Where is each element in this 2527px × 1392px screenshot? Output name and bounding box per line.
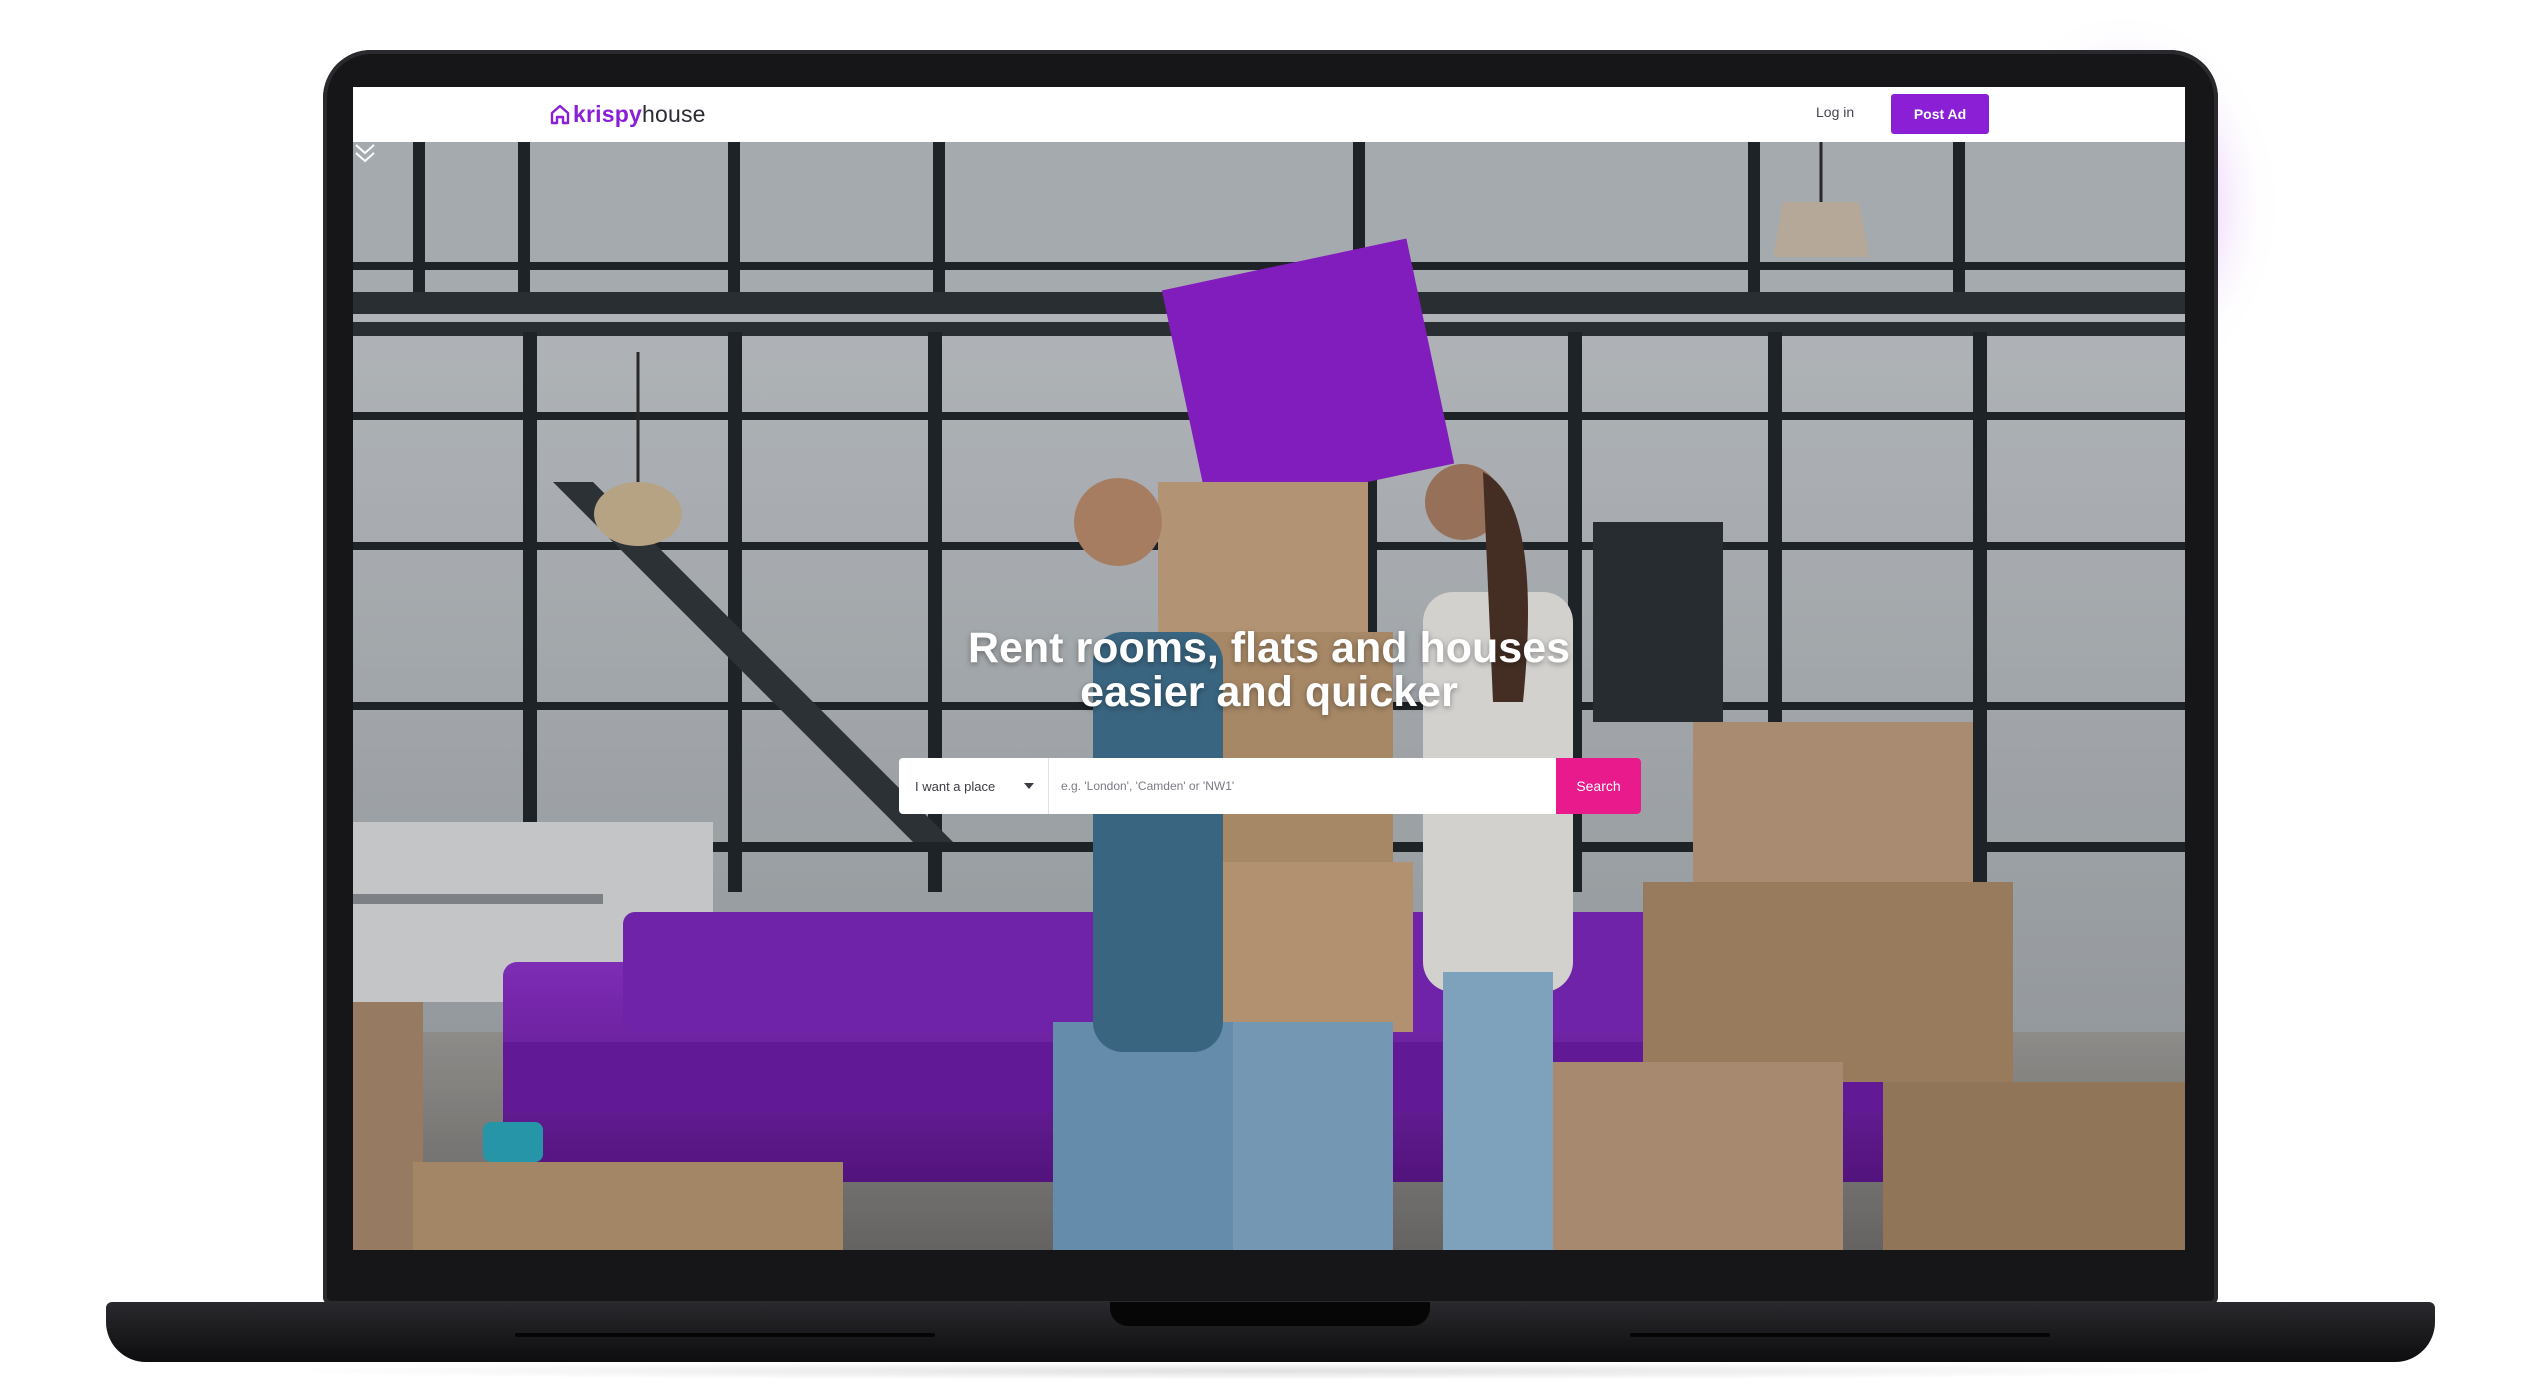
hero-headline-line2: easier and quicker (1080, 668, 1458, 716)
location-search-input[interactable] (1049, 758, 1556, 814)
laptop-mockup: krispy house Log in Post Ad Rent rooms, … (0, 0, 2527, 1392)
place-type-select-value: I want a place (915, 778, 996, 794)
brand-logo[interactable]: krispy house (549, 99, 706, 129)
search-bar: I want a place Search (899, 758, 1641, 814)
post-ad-button[interactable]: Post Ad (1891, 94, 1989, 134)
hero-headline: Rent rooms, flats and houses easier and … (353, 626, 2185, 714)
place-type-select[interactable]: I want a place (899, 758, 1049, 814)
hero-headline-line1: Rent rooms, flats and houses (967, 624, 1571, 672)
hero-section: Rent rooms, flats and houses easier and … (353, 142, 2185, 1250)
laptop-shadow (250, 1362, 2270, 1380)
logo-text-house: house (641, 100, 706, 127)
laptop-hinge-left (515, 1333, 935, 1337)
laptop-hinge-right (1630, 1333, 2050, 1337)
laptop-notch (1110, 1302, 1430, 1326)
house-outline-icon (550, 104, 570, 125)
login-link[interactable]: Log in (1816, 104, 1854, 120)
search-button[interactable]: Search (1556, 758, 1641, 814)
top-navbar: krispy house Log in Post Ad (353, 87, 2185, 143)
double-chevron-down-icon[interactable] (353, 142, 377, 164)
laptop-screen: krispy house Log in Post Ad Rent rooms, … (353, 87, 2185, 1250)
logo-text-krispy: krispy (573, 100, 642, 127)
caret-down-icon (1024, 783, 1034, 789)
